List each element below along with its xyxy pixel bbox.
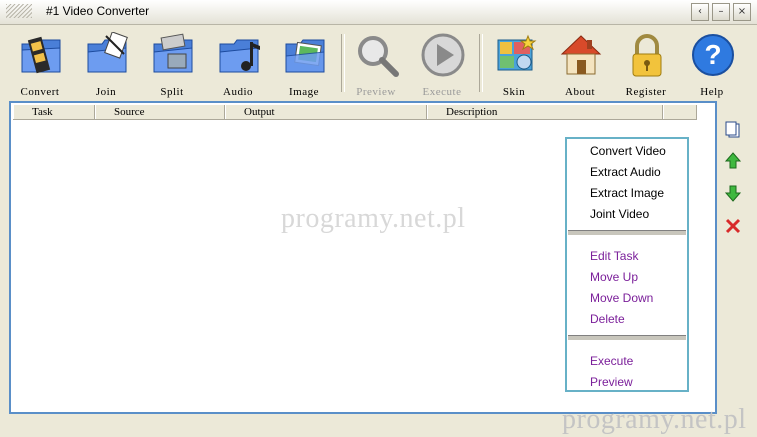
play-icon bbox=[421, 33, 465, 77]
image-folder-icon bbox=[285, 39, 325, 73]
column-task[interactable]: Task bbox=[13, 105, 95, 119]
help-label: Help bbox=[700, 86, 724, 98]
column-filler bbox=[663, 105, 697, 119]
skin-button[interactable]: Skin bbox=[484, 30, 544, 98]
image-label: Image bbox=[289, 86, 319, 98]
watermark-corner: programy.net.pl bbox=[562, 404, 747, 435]
join-button[interactable]: Join bbox=[76, 30, 136, 98]
menu-execute[interactable]: Execute bbox=[590, 352, 633, 370]
delete-x-icon bbox=[725, 218, 741, 234]
arrow-down-icon bbox=[724, 185, 742, 202]
menu-extract-image[interactable]: Extract Image bbox=[590, 184, 664, 202]
register-button[interactable]: Register bbox=[616, 30, 676, 98]
help-button[interactable]: ? Help bbox=[682, 30, 742, 98]
register-label: Register bbox=[625, 86, 667, 98]
svg-text:?: ? bbox=[704, 39, 721, 70]
menu-separator bbox=[568, 335, 686, 341]
new-task-button[interactable] bbox=[723, 120, 743, 140]
audio-label: Audio bbox=[223, 86, 253, 98]
execute-button[interactable]: Execute bbox=[412, 30, 472, 98]
watermark: programy.net.pl bbox=[281, 203, 466, 234]
split-folder-icon bbox=[153, 33, 193, 73]
window-grip[interactable] bbox=[6, 4, 32, 18]
menu-extract-audio[interactable]: Extract Audio bbox=[590, 163, 661, 181]
skin-palette-icon bbox=[497, 34, 537, 71]
menu-convert-video[interactable]: Convert Video bbox=[590, 142, 666, 160]
about-label: About bbox=[565, 86, 595, 98]
toolbar-separator bbox=[479, 34, 483, 92]
join-folder-icon bbox=[87, 32, 128, 73]
convert-label: Convert bbox=[20, 86, 60, 98]
about-button[interactable]: About bbox=[550, 30, 610, 98]
help-question-icon: ? bbox=[692, 34, 734, 76]
execute-label: Execute bbox=[422, 86, 462, 98]
menu-separator bbox=[568, 230, 686, 236]
context-menu: Convert Video Extract Audio Extract Imag… bbox=[565, 137, 689, 392]
menu-preview[interactable]: Preview bbox=[590, 373, 633, 391]
convert-button[interactable]: Convert bbox=[10, 30, 70, 98]
document-copy-icon bbox=[725, 121, 740, 138]
column-output[interactable]: Output bbox=[225, 105, 427, 119]
split-label: Split bbox=[160, 86, 184, 98]
window-title: #1 Video Converter bbox=[46, 4, 150, 18]
menu-joint-video[interactable]: Joint Video bbox=[590, 205, 649, 223]
delete-button[interactable] bbox=[723, 216, 743, 236]
split-button[interactable]: Split bbox=[142, 30, 202, 98]
padlock-icon bbox=[632, 34, 662, 77]
move-up-button[interactable] bbox=[723, 151, 743, 171]
column-description[interactable]: Description bbox=[427, 105, 663, 119]
toolbar-separator bbox=[341, 34, 345, 92]
film-folder-icon bbox=[21, 36, 61, 74]
toolbar: Convert Join Split Audio Image Preview E… bbox=[0, 26, 757, 98]
house-icon bbox=[560, 35, 602, 75]
close-button[interactable]: × bbox=[733, 3, 751, 21]
magnifier-icon bbox=[358, 36, 399, 77]
menu-edit-task[interactable]: Edit Task bbox=[590, 247, 638, 265]
preview-label: Preview bbox=[356, 86, 396, 98]
title-bar: #1 Video Converter ‹ – × bbox=[0, 0, 757, 25]
menu-delete[interactable]: Delete bbox=[590, 310, 625, 328]
window-controls: ‹ – × bbox=[691, 3, 751, 21]
task-list-header: Task Source Output Description bbox=[13, 105, 697, 120]
audio-folder-icon bbox=[219, 39, 260, 73]
join-label: Join bbox=[95, 86, 117, 98]
audio-button[interactable]: Audio bbox=[208, 30, 268, 98]
column-source[interactable]: Source bbox=[95, 105, 225, 119]
minimize-button[interactable]: – bbox=[712, 3, 730, 21]
restore-button[interactable]: ‹ bbox=[691, 3, 709, 21]
image-button[interactable]: Image bbox=[274, 30, 334, 98]
arrow-up-icon bbox=[724, 152, 742, 169]
menu-move-up[interactable]: Move Up bbox=[590, 268, 638, 286]
preview-button[interactable]: Preview bbox=[346, 30, 406, 98]
move-down-button[interactable] bbox=[723, 183, 743, 203]
menu-move-down[interactable]: Move Down bbox=[590, 289, 653, 307]
skin-label: Skin bbox=[502, 86, 526, 98]
